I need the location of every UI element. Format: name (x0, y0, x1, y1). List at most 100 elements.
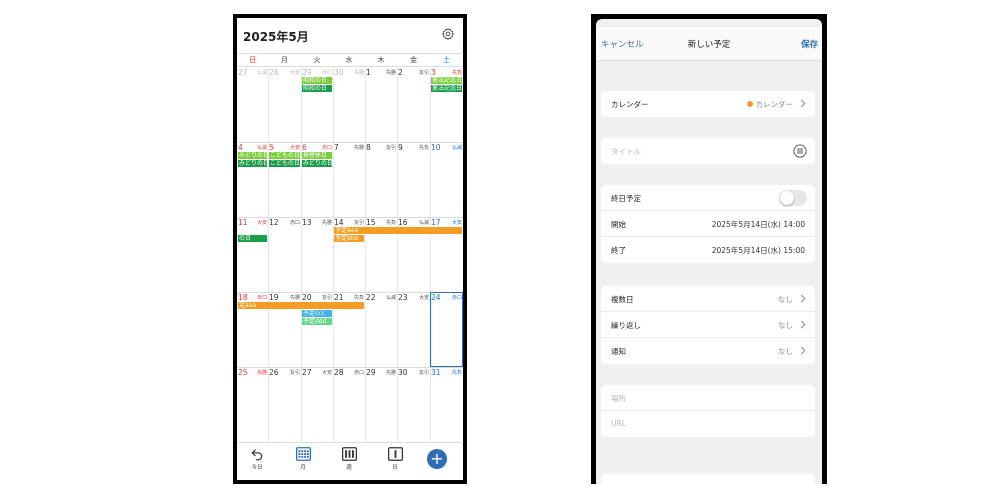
grid-line (268, 67, 269, 442)
rokuyo-label: 赤口 (321, 145, 332, 151)
calendar-event[interactable]: 予定ccc (302, 310, 332, 317)
title-row[interactable]: タイトル (601, 138, 815, 164)
day-cell[interactable]: 6 赤口 (301, 142, 333, 152)
day-number: 13 (302, 218, 312, 227)
list-menu-icon[interactable] (793, 144, 807, 158)
day-cell[interactable]: 28 赤口 (333, 367, 365, 377)
calendar-event[interactable]: 振替休日 (302, 152, 332, 159)
time-group: 終日予定 開始 2025年5月14日(水) 14:00 終了 2025年5月14… (601, 185, 815, 263)
day-number: 25 (238, 368, 248, 377)
day-cell[interactable]: 16 仏滅 (397, 217, 430, 227)
title-input[interactable]: タイトル (611, 146, 641, 157)
rokuyo-label: 友引 (418, 70, 429, 76)
day-cell[interactable]: 4 仏滅 (237, 142, 268, 152)
day-cell[interactable]: 10 仏滅 (430, 142, 463, 152)
cancel-button[interactable]: キャンセル (601, 38, 644, 50)
calendar-event[interactable]: 定aaa (238, 302, 364, 309)
calendar-event[interactable]: 予定bbb (334, 235, 364, 242)
end-value[interactable]: 2025年5月14日(水) 15:00 (712, 245, 805, 256)
url-row[interactable]: URL (601, 411, 815, 437)
day-cell[interactable]: 27 大安 (301, 367, 333, 377)
tab-month[interactable]: 月 (288, 447, 318, 477)
tab-day[interactable]: 日 (380, 447, 410, 477)
tab-today[interactable]: 今日 (242, 447, 272, 477)
navigation-bar: キャンセル 新しい予定 保存 (596, 27, 822, 61)
calendar-value-text: カレンダー (755, 100, 794, 109)
day-cell[interactable]: 22 仏滅 (365, 292, 397, 302)
day-cell[interactable]: 25 先勝 (237, 367, 268, 377)
day-cell[interactable]: 17 大安 (430, 217, 463, 227)
calendar-event[interactable]: みどりの日 (302, 160, 332, 167)
calendar-event[interactable]: 憲法記念日 (431, 77, 462, 84)
day-cell[interactable]: 29 先勝 (365, 367, 397, 377)
month-title: 2025年5月 (243, 30, 309, 44)
day-number: 8 (366, 143, 371, 152)
tab-week[interactable]: 週 (334, 447, 364, 477)
day-cell[interactable]: 20 友引 (301, 292, 333, 302)
day-cell[interactable]: 15 先負 (365, 217, 397, 227)
rokuyo-label: 仏滅 (418, 220, 429, 226)
day-number: 18 (238, 293, 248, 302)
start-row[interactable]: 開始 2025年5月14日(水) 14:00 (601, 211, 815, 237)
day-cell[interactable]: 31 先負 (430, 367, 463, 377)
day-cell[interactable]: 1 先勝 (365, 67, 397, 77)
calendar-event[interactable]: みどりの日 (238, 160, 267, 167)
rokuyo-label: 大安 (418, 295, 429, 301)
calendar-event[interactable]: 予定ddd (302, 318, 332, 325)
add-event-button[interactable]: + (427, 449, 447, 469)
end-row[interactable]: 終了 2025年5月14日(水) 15:00 (601, 237, 815, 263)
start-value[interactable]: 2025年5月14日(水) 14:00 (712, 219, 805, 230)
calendar-row[interactable]: カレンダー カレンダー (601, 91, 815, 117)
day-cell[interactable]: 5 大安 (268, 142, 301, 152)
calendar-event[interactable]: 予定aaa (334, 227, 462, 234)
weekday-label: 火 (313, 56, 321, 64)
day-cell[interactable]: 8 友引 (365, 142, 397, 152)
day-cell[interactable]: 14 友引 (333, 217, 365, 227)
notes-group (601, 474, 815, 484)
day-cell[interactable]: 27 仏滅 (237, 67, 268, 77)
day-cell[interactable]: 9 先負 (397, 142, 430, 152)
day-cell[interactable]: 18 赤口 (237, 292, 268, 302)
save-button[interactable]: 保存 (801, 38, 818, 50)
allday-toggle[interactable] (779, 190, 807, 206)
repeat-row[interactable]: 繰り返し なし (601, 312, 815, 338)
day-cell[interactable]: 13 先勝 (301, 217, 333, 227)
day-cell[interactable]: 2 友引 (397, 67, 430, 77)
calendar-event[interactable]: みどりの日 (238, 152, 267, 159)
calendar-event[interactable]: 昭和の日 (302, 77, 332, 84)
multiday-row[interactable]: 複数日 なし (601, 286, 815, 312)
day-cell[interactable]: 30 友引 (397, 367, 430, 377)
notify-row[interactable]: 通知 なし (601, 338, 815, 364)
day-number: 28 (334, 368, 344, 377)
day-cell[interactable]: 7 先勝 (333, 142, 365, 152)
day-cell[interactable]: 26 友引 (268, 367, 301, 377)
day-cell[interactable]: 11 大安 (237, 217, 268, 227)
day-number: 28 (269, 68, 279, 77)
day-cell[interactable]: 23 大安 (397, 292, 430, 302)
day-cell[interactable]: 30 先勝 (333, 67, 365, 77)
calendar-event[interactable]: こどもの日 (269, 152, 300, 159)
rokuyo-label: 大安 (451, 220, 462, 226)
gear-icon[interactable] (441, 27, 455, 41)
week-view-icon (341, 447, 357, 461)
day-cell[interactable]: 28 大安 (268, 67, 301, 77)
location-input[interactable]: 場所 (611, 393, 626, 404)
day-cell[interactable]: 29 赤口 (301, 67, 333, 77)
day-cell[interactable]: 21 先負 (333, 292, 365, 302)
day-cell[interactable]: 12 赤口 (268, 217, 301, 227)
day-cell[interactable]: 3 先負 (430, 67, 463, 77)
undo-arrow-icon (251, 449, 263, 461)
calendar-event[interactable]: の日 (238, 235, 267, 242)
weekday-label: 土 (443, 56, 450, 64)
day-number: 30 (334, 68, 344, 77)
url-input[interactable]: URL (611, 419, 626, 428)
day-cell[interactable]: 19 先勝 (268, 292, 301, 302)
today-highlight (430, 292, 463, 367)
day-number: 12 (269, 218, 279, 227)
location-row[interactable]: 場所 (601, 385, 815, 411)
calendar-event[interactable]: 憲法記念日 (431, 85, 462, 92)
rokuyo-label: 仏滅 (451, 145, 462, 151)
calendar-event[interactable]: 昭和の日 (302, 85, 332, 92)
calendar-event[interactable]: こどもの日 (269, 160, 300, 167)
day-number: 19 (269, 293, 279, 302)
